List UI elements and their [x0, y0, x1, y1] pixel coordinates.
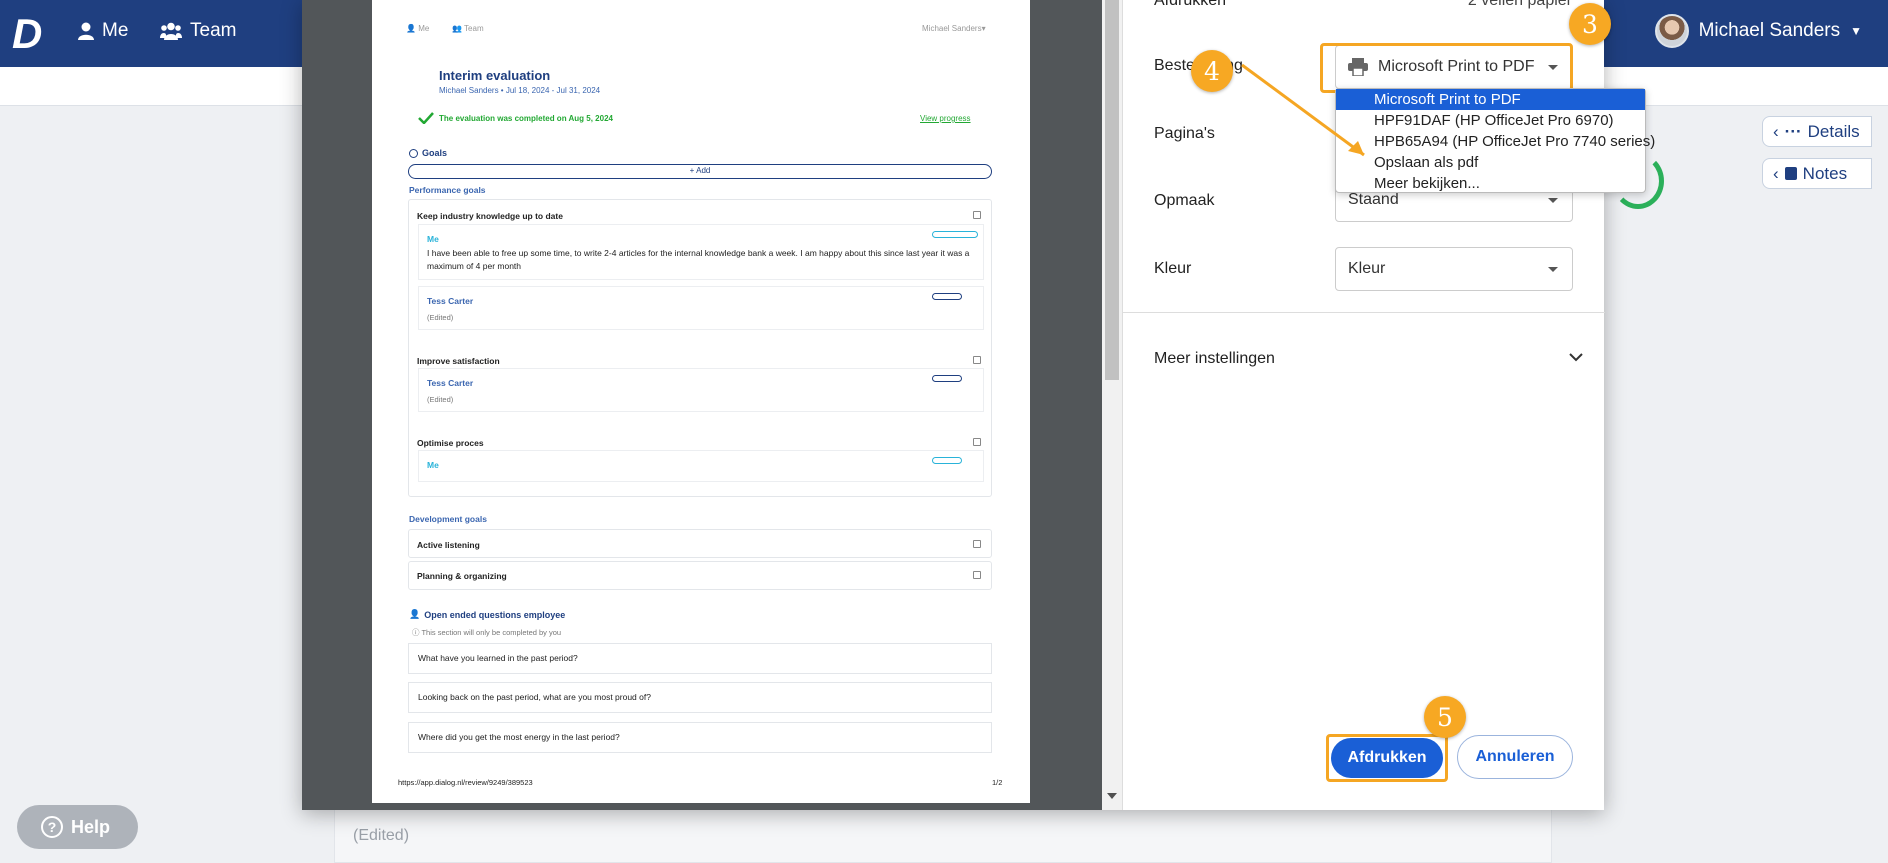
- pages-label: Pagina's: [1154, 125, 1215, 142]
- goal-entry: [418, 368, 984, 412]
- dev-goal-title: Planning & organizing: [417, 571, 507, 581]
- team-icon: [160, 22, 182, 40]
- edited-note: (Edited): [427, 313, 454, 322]
- notes-tab-button[interactable]: ‹ Notes: [1762, 158, 1872, 189]
- entry-author: Tess Carter: [427, 296, 474, 306]
- nav-team-label: Team: [190, 20, 237, 41]
- details-label: Details: [1807, 121, 1860, 141]
- chevron-down-icon[interactable]: [1569, 353, 1583, 363]
- preview-scrollbar-thumb[interactable]: [1105, 0, 1119, 380]
- expand-icon: [973, 356, 981, 364]
- page-footer-number: 1/2: [992, 778, 1003, 787]
- entry-author-me: Me: [427, 234, 439, 244]
- arrow-annotation: [1241, 63, 1365, 157]
- nav-me-label: Me: [102, 20, 129, 41]
- question-row: Where did you get the most energy in the…: [408, 722, 992, 753]
- score-pill: [932, 375, 962, 382]
- open-questions-title: 👤 Open ended questions employee: [409, 609, 566, 620]
- color-select[interactable]: Kleur: [1335, 247, 1573, 291]
- goal-entry: [418, 286, 984, 330]
- chevron-left-icon: ‹: [1773, 163, 1779, 183]
- settings-divider: [1123, 312, 1605, 313]
- details-tab-button[interactable]: ‹ ··· Details: [1762, 116, 1872, 147]
- performance-goals-label: Performance goals: [409, 185, 486, 195]
- step-badge-3: 3: [1569, 3, 1611, 45]
- preview-subtitle: Michael Sanders • Jul 18, 2024 - Jul 31,…: [439, 86, 601, 95]
- destination-dropdown-list[interactable]: Microsoft Print to PDF HPF91DAF (HP Offi…: [1335, 88, 1655, 194]
- more-settings-toggle[interactable]: Meer instellingen: [1154, 350, 1275, 368]
- goal-title: Improve satisfaction: [417, 356, 500, 366]
- preview-header-team: 👥 Team: [452, 24, 484, 33]
- dropdown-option-hpb65a94[interactable]: HPB65A94 (HP OfficeJet Pro 7740 series): [1336, 131, 1655, 152]
- dev-goal-row: [408, 529, 992, 558]
- step-badge-4: 4: [1191, 50, 1233, 92]
- nav-me[interactable]: Me: [78, 20, 128, 42]
- preview-title: Interim evaluation: [439, 68, 551, 83]
- goal-title: Keep industry knowledge up to date: [417, 211, 563, 221]
- nav-team[interactable]: Team: [160, 20, 236, 42]
- score-pill: [932, 231, 978, 238]
- entry-text: I have been able to free up some time, t…: [427, 248, 970, 271]
- avatar: [1654, 14, 1689, 48]
- layout-label: Opmaak: [1154, 192, 1215, 209]
- target-icon: [409, 148, 418, 158]
- preview-header-user: Michael Sanders▾: [922, 24, 986, 33]
- step-badge-5: 5: [1424, 696, 1466, 738]
- add-goal-bar: + Add: [408, 164, 992, 179]
- goals-section-title: Goals: [409, 148, 447, 158]
- edited-note: (Edited): [427, 395, 454, 404]
- page-footer-url: https://app.dialog.nl/review/9249/389523: [398, 778, 533, 787]
- dropdown-option-hpf91daf[interactable]: HPF91DAF (HP OfficeJet Pro 6970): [1336, 110, 1645, 131]
- development-goals-label: Development goals: [409, 514, 487, 524]
- dropdown-caret-icon: [1548, 198, 1558, 203]
- help-label: Help: [71, 816, 111, 837]
- person-icon: 👤: [409, 609, 421, 619]
- expand-icon: [973, 211, 981, 219]
- color-label: Kleur: [1154, 260, 1192, 277]
- preview-page: 👤 Me 👥 Team Michael Sanders▾ Interim eva…: [372, 0, 1030, 803]
- entry-author: Tess Carter: [427, 378, 474, 388]
- user-menu[interactable]: Michael Sanders ▼: [1654, 14, 1862, 48]
- goal-title: Optimise proces: [417, 438, 484, 448]
- question-icon: ?: [41, 816, 63, 838]
- entry-author-me: Me: [427, 460, 439, 470]
- score-pill: [932, 457, 962, 464]
- dropdown-option-save-as-pdf[interactable]: Opslaan als pdf: [1336, 152, 1645, 173]
- chevron-left-icon: ‹: [1773, 121, 1779, 141]
- expand-icon: [973, 438, 981, 446]
- open-questions-note: ⓘ This section will only be completed by…: [412, 628, 562, 637]
- notes-label: Notes: [1802, 163, 1848, 183]
- dropdown-option-microsoft-pdf[interactable]: Microsoft Print to PDF: [1336, 89, 1645, 110]
- sheet-count: 2 vellen papier: [1467, 0, 1572, 9]
- expand-icon: [973, 571, 981, 579]
- cancel-button[interactable]: Annuleren: [1457, 735, 1573, 779]
- ellipsis-icon: ···: [1784, 121, 1802, 141]
- view-progress-link: View progress: [920, 114, 971, 123]
- checkmark-icon: [418, 112, 434, 124]
- preview-header-me: 👤 Me: [406, 24, 430, 33]
- question-row: What have you learned in the past period…: [408, 643, 992, 674]
- score-pill: [932, 293, 962, 300]
- question-row: Looking back on the past period, what ar…: [408, 682, 992, 713]
- note-icon: [1784, 167, 1797, 180]
- print-preview-area: 👤 Me 👥 Team Michael Sanders▾ Interim eva…: [302, 0, 1122, 810]
- dropdown-caret-icon: [1548, 267, 1558, 272]
- dropdown-option-see-more[interactable]: Meer bekijken...: [1336, 173, 1645, 194]
- svg-text:D: D: [12, 12, 42, 54]
- person-icon: [78, 22, 94, 40]
- print-button[interactable]: Afdrukken: [1331, 738, 1443, 778]
- dev-goal-title: Active listening: [417, 540, 480, 550]
- chevron-down-icon: ▼: [1850, 24, 1862, 38]
- edited-text: (Edited): [353, 827, 410, 844]
- goal-entry: [418, 450, 984, 482]
- color-value: Kleur: [1348, 260, 1386, 277]
- completed-message: The evaluation was completed on Aug 5, 2…: [418, 112, 613, 124]
- dialog-logo[interactable]: D: [10, 12, 48, 54]
- help-button[interactable]: ? Help: [17, 805, 138, 849]
- afdrukken-label: Afdrukken: [1154, 0, 1227, 9]
- expand-icon: [973, 540, 981, 548]
- user-name: Michael Sanders: [1698, 20, 1841, 41]
- scroll-down-arrow[interactable]: [1107, 793, 1117, 799]
